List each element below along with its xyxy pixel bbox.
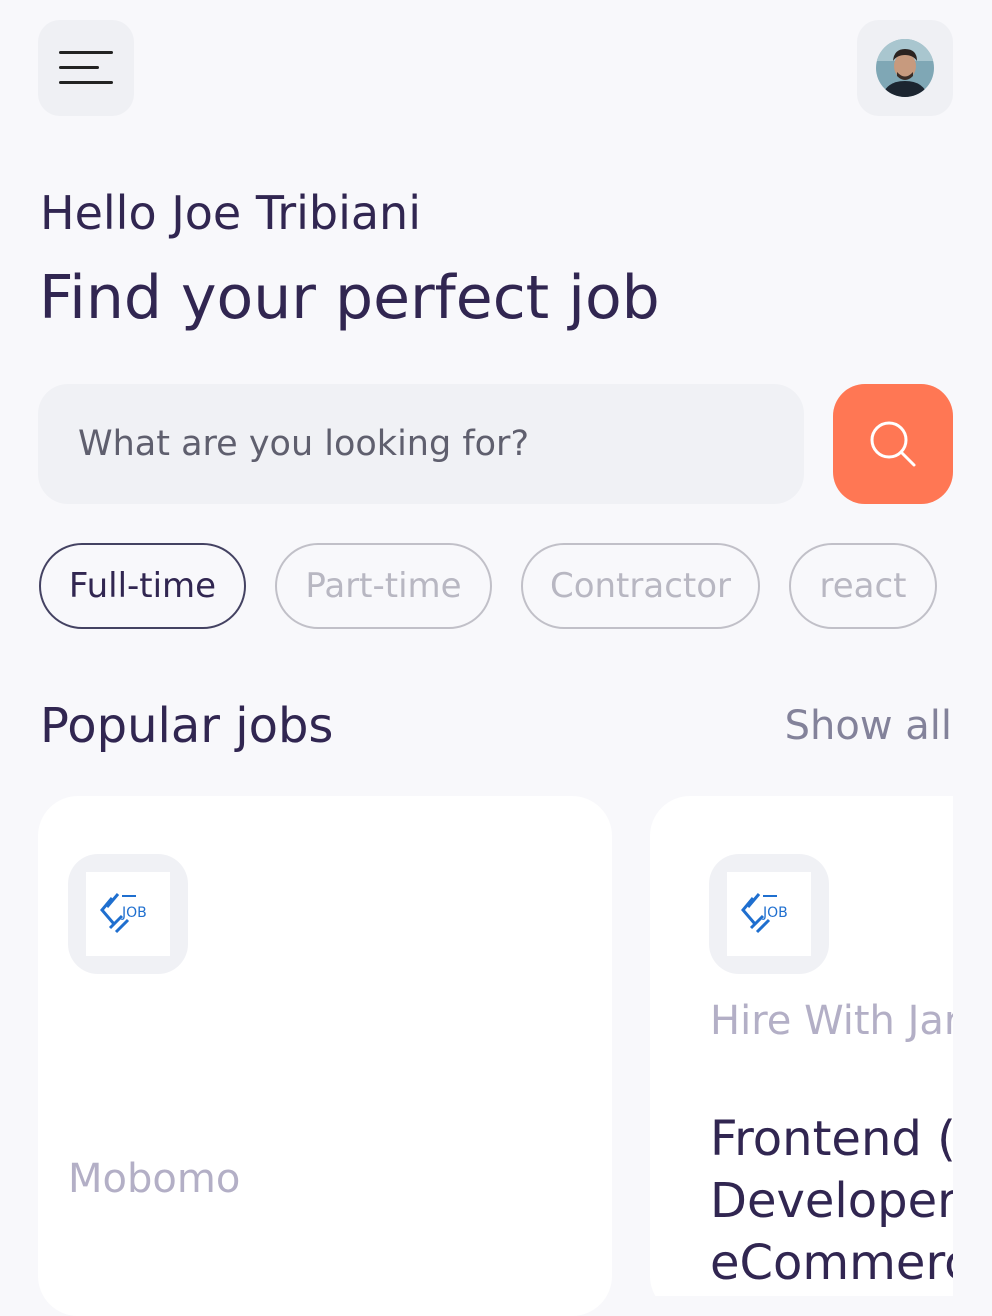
svg-text:JOB: JOB (762, 905, 788, 921)
svg-text:JOB: JOB (121, 905, 147, 921)
job-card[interactable]: JOB Mobomo (38, 796, 612, 1316)
search-box (38, 384, 804, 504)
page-headline: Find your perfect job (39, 263, 660, 333)
job-type-tab-part-time[interactable]: Part-time (275, 543, 492, 629)
search-input[interactable] (38, 384, 758, 504)
avatar (876, 39, 934, 97)
greeting-text: Hello Joe Tribiani (40, 186, 421, 240)
job-type-tab-full-time[interactable]: Full-time (39, 543, 246, 629)
profile-button[interactable] (857, 20, 953, 116)
company-logo: JOB (68, 854, 188, 974)
search-icon (870, 421, 916, 467)
job-card-viewport: JOB Hire With Jar Frontend ( Developer e… (650, 796, 953, 1296)
job-title: Frontend ( Developer eCommerc (710, 1111, 953, 1291)
job-card[interactable]: JOB Hire With Jar Frontend ( Developer e… (650, 796, 953, 1296)
job-logo-icon: JOB (100, 893, 147, 934)
company-name: Mobomo (68, 1156, 241, 1202)
company-name: Hire With Jar (710, 998, 953, 1044)
job-logo-icon: JOB (741, 893, 788, 934)
menu-button[interactable] (38, 20, 134, 116)
job-type-tab-react[interactable]: react (789, 543, 937, 629)
search-button[interactable] (833, 384, 953, 504)
popular-jobs-title: Popular jobs (40, 698, 334, 754)
menu-icon (59, 51, 113, 85)
job-type-tab-contractor[interactable]: Contractor (521, 543, 760, 629)
company-logo: JOB (709, 854, 829, 974)
show-all-link[interactable]: Show all (785, 698, 952, 754)
